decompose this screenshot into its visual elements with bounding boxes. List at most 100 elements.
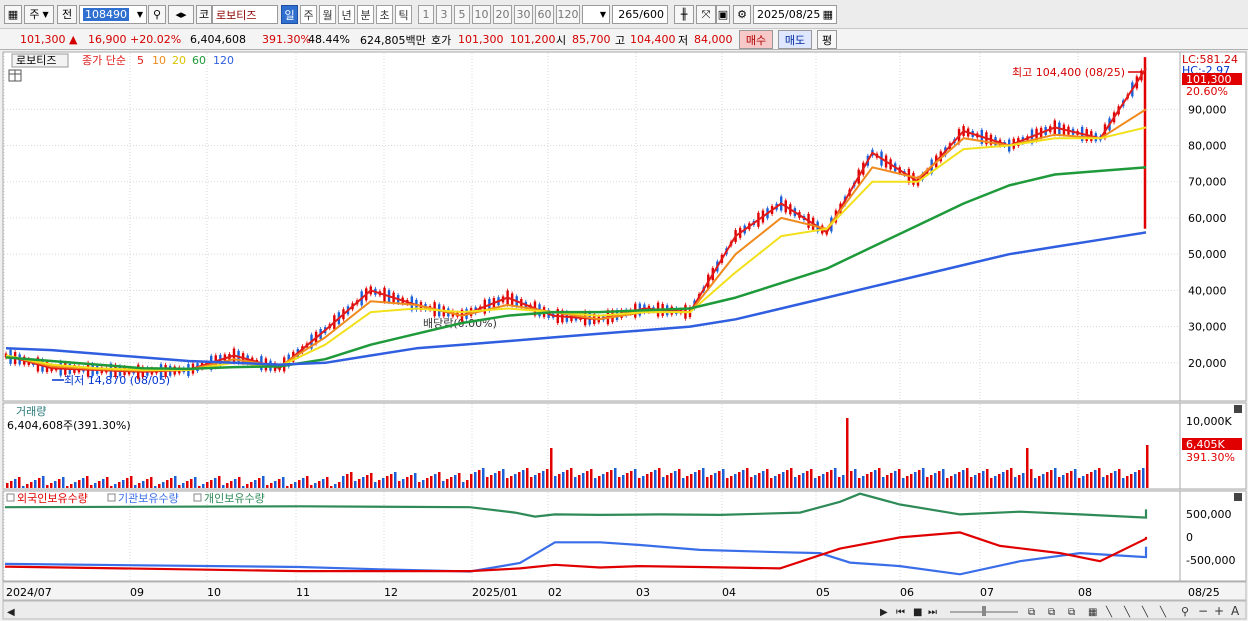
volume-bar	[1146, 445, 1149, 488]
gear-icon[interactable]: ⚙	[733, 5, 751, 24]
minute-10[interactable]: 10	[472, 5, 491, 24]
chevron-down-icon[interactable]: ▼	[137, 10, 143, 19]
holdings-tick-1: 500,000	[1186, 508, 1232, 521]
price-y-tick: 80,000	[1188, 140, 1227, 153]
draw-icon[interactable]: ╲	[1105, 605, 1113, 618]
volume-bar	[666, 475, 669, 488]
code-value: 108490	[83, 8, 129, 21]
volume-bar	[862, 476, 865, 488]
volume-bar	[1038, 476, 1041, 488]
minute-120[interactable]: 120	[556, 5, 580, 24]
draw-icon[interactable]: ╲	[1159, 605, 1167, 618]
date-field[interactable]: 2025/08/25 ▦	[753, 5, 837, 24]
calendar-icon[interactable]: ▦	[823, 8, 833, 21]
code-input[interactable]: 108490 ▼	[79, 5, 147, 24]
volume-bar	[450, 477, 453, 488]
stock-name-field[interactable]: 로보티즈	[212, 5, 278, 24]
volume-bar	[750, 477, 753, 488]
scroll-right-icon[interactable]: ▶	[880, 607, 888, 618]
period-minute[interactable]: 분	[357, 5, 374, 24]
volume-bar	[910, 474, 913, 488]
period-second[interactable]: 초	[376, 5, 393, 24]
minute-60[interactable]: 60	[535, 5, 554, 24]
exchange-label-box: 코	[196, 5, 212, 24]
volume-bar	[70, 484, 73, 488]
prev-button[interactable]: 전	[57, 5, 77, 24]
volume-bar	[518, 472, 521, 488]
volume-bar	[566, 470, 569, 488]
volume-pct: 391.30%	[262, 33, 311, 46]
price-y-tick: 60,000	[1188, 212, 1227, 225]
volume-bar	[1022, 473, 1025, 488]
buy-button[interactable]: 매수	[739, 30, 773, 49]
rewind-icon[interactable]: ⏮	[896, 607, 905, 618]
volume-bar	[546, 469, 549, 488]
minute-5[interactable]: 5	[454, 5, 470, 24]
volume-bar	[1118, 469, 1121, 488]
volume-bar	[274, 481, 277, 488]
scroll-bar[interactable]	[2, 600, 1247, 620]
minute-30[interactable]: 30	[514, 5, 533, 24]
period-month[interactable]: 월	[319, 5, 336, 24]
window-menu-icon[interactable]: ▦	[4, 5, 22, 24]
current-price: 101,300 ▲	[20, 29, 77, 50]
volume-bar	[718, 471, 721, 488]
volume-bar	[318, 481, 321, 488]
close-icon[interactable]	[1234, 493, 1242, 501]
volume-bar	[762, 471, 765, 488]
volume-bar	[842, 475, 845, 488]
close-icon[interactable]	[1234, 405, 1242, 413]
layout-icon[interactable]: ⧉	[1028, 607, 1035, 618]
search-icon[interactable]: ⚲	[148, 5, 166, 24]
sell-button[interactable]: 매도	[778, 30, 812, 49]
grid-icon[interactable]: ▦	[1088, 607, 1097, 618]
minute-20-label: 20	[495, 8, 510, 21]
volume-bar	[618, 477, 621, 488]
volume-bar	[374, 482, 377, 488]
scroll-left-icon[interactable]: ◀	[7, 607, 15, 618]
volume-bar	[726, 478, 729, 488]
minute-1[interactable]: 1	[418, 5, 434, 24]
sell-label: 매도	[784, 33, 806, 47]
market-selector[interactable]: 주 ▼	[24, 5, 54, 24]
speaker-icon[interactable]: ◂▸	[168, 5, 194, 24]
period-week[interactable]: 주	[300, 5, 317, 24]
volume-bar	[530, 477, 533, 488]
volume-bar	[1086, 474, 1089, 488]
volume-bar	[22, 486, 25, 488]
period-day[interactable]: 일	[281, 5, 298, 24]
volume-bar	[894, 471, 897, 488]
prev-label: 전	[61, 8, 73, 21]
draw-icon[interactable]: ╲	[1123, 605, 1131, 618]
layout-icon[interactable]: ⧉	[1048, 607, 1055, 618]
layout-icon[interactable]: ⧉	[1068, 607, 1075, 618]
volume-bar	[814, 478, 817, 488]
minus-icon[interactable]: −	[1198, 604, 1208, 618]
volume-bar	[1030, 469, 1033, 488]
fast-forward-icon[interactable]: ⏭	[928, 607, 937, 618]
volume-bar	[398, 481, 401, 488]
custom-period-select[interactable]: ▼	[582, 5, 610, 24]
font-size-icon[interactable]: A	[1231, 604, 1240, 618]
stock-chart[interactable]: 로보티즈 종가 단순 5 10 20 60 120 LC:581.24 HC:-…	[0, 51, 1248, 621]
volume-bar	[54, 481, 57, 488]
volume-bar	[482, 468, 485, 488]
period-year[interactable]: 년	[338, 5, 355, 24]
minute-3[interactable]: 3	[436, 5, 452, 24]
volume-bar	[870, 472, 873, 488]
crosshair-icon[interactable]: ⤧	[696, 5, 716, 24]
candle-icon[interactable]: ╫	[674, 5, 694, 24]
save-icon[interactable]: ▣	[716, 5, 730, 24]
volume-bar	[30, 482, 33, 488]
draw-icon[interactable]: ╲	[1141, 605, 1149, 618]
volume-bar	[90, 485, 93, 488]
zoom-slider-handle[interactable]	[982, 606, 986, 616]
plus-icon[interactable]: +	[1214, 604, 1224, 618]
count-field[interactable]: 265/600	[612, 5, 668, 24]
zoom-icon[interactable]: ⚲	[1181, 605, 1189, 618]
volume-bar	[1082, 476, 1085, 488]
stop-icon[interactable]: ■	[913, 607, 922, 618]
eval-button[interactable]: 평	[817, 30, 837, 49]
minute-20[interactable]: 20	[493, 5, 512, 24]
period-tick[interactable]: 틱	[395, 5, 412, 24]
